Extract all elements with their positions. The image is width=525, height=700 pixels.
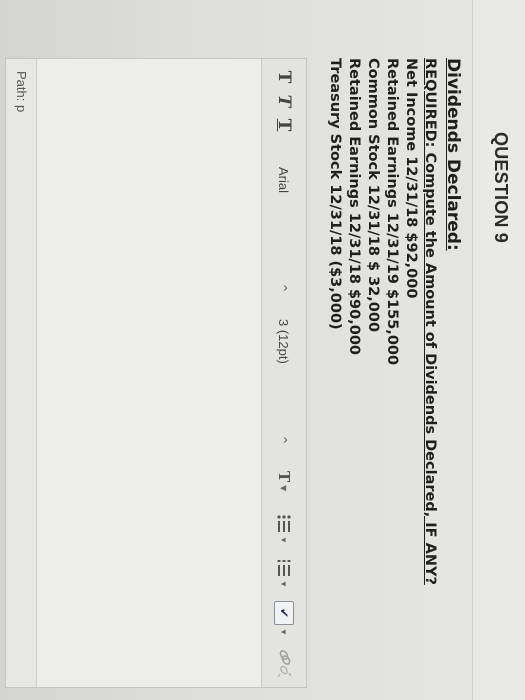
question-header: QUESTION 9 bbox=[472, 0, 525, 700]
chevron-down-icon: ‹ bbox=[283, 281, 288, 297]
editor-toolbar: T T T Arial ‹ 3 (12pt) ‹ T ▼ ▼ ▼ ✔ ▼ bbox=[261, 59, 306, 687]
question-line-retained-earnings-19: Retained Earnings 12/31/19 $155,000 bbox=[384, 58, 400, 366]
answer-text-area[interactable] bbox=[36, 59, 261, 687]
question-required-text: REQUIRED: Compute the Amount of Dividend… bbox=[422, 58, 438, 585]
bullet-list-icon bbox=[277, 515, 291, 532]
question-page: QUESTION 9 Dividends Declared: REQUIRED:… bbox=[0, 0, 525, 700]
bold-icon: T bbox=[274, 70, 294, 84]
italic-icon: T bbox=[274, 94, 294, 108]
caret-down-icon: ▼ bbox=[279, 536, 289, 544]
font-family-value: Arial bbox=[276, 167, 292, 194]
question-number: QUESTION 9 bbox=[491, 132, 511, 244]
question-prompt: Dividends Declared: REQUIRED: Compute th… bbox=[325, 58, 463, 678]
bold-button[interactable]: T bbox=[273, 67, 295, 87]
numbered-list-button[interactable]: ▼ bbox=[274, 559, 294, 593]
underline-icon: T bbox=[274, 118, 294, 132]
caret-down-icon: ▼ bbox=[279, 485, 289, 492]
chevron-down-icon: ‹ bbox=[283, 433, 288, 449]
question-heading: Dividends Declared: bbox=[443, 58, 463, 251]
spellcheck-button[interactable]: ✔ ▼ bbox=[274, 601, 294, 641]
link-icon bbox=[277, 650, 292, 678]
question-line-net-income: Net Income 12/31/18 $92,000 bbox=[403, 58, 419, 299]
caret-down-icon: ▼ bbox=[279, 580, 289, 588]
answer-editor: T T T Arial ‹ 3 (12pt) ‹ T ▼ ▼ ▼ ✔ ▼ Pat… bbox=[5, 58, 307, 688]
font-family-select[interactable]: Arial ‹ bbox=[271, 167, 297, 297]
font-size-value: 3 (12pt) bbox=[276, 319, 292, 364]
question-line-treasury-stock: Treasury Stock 12/31/18 ($3,000) bbox=[327, 58, 343, 330]
element-path: Path: p bbox=[14, 71, 29, 113]
underline-button[interactable]: T bbox=[273, 115, 295, 135]
spellcheck-icon: ✔ bbox=[274, 601, 294, 625]
bullet-list-button[interactable]: ▼ bbox=[274, 515, 294, 549]
text-color-button[interactable]: T ▼ bbox=[274, 471, 294, 505]
question-line-common-stock: Common Stock 12/31/18 $ 32,000 bbox=[365, 58, 381, 333]
italic-button[interactable]: T bbox=[273, 91, 295, 111]
link-buttons[interactable] bbox=[274, 649, 294, 681]
numbered-list-icon bbox=[277, 560, 291, 576]
font-size-select[interactable]: 3 (12pt) ‹ bbox=[271, 319, 297, 449]
editor-statusbar: Path: p bbox=[6, 59, 37, 687]
question-line-retained-earnings-18: Retained Earnings 12/31/18 $90,000 bbox=[346, 58, 362, 356]
text-color-icon: T bbox=[275, 471, 293, 483]
caret-down-icon: ▼ bbox=[279, 628, 289, 636]
